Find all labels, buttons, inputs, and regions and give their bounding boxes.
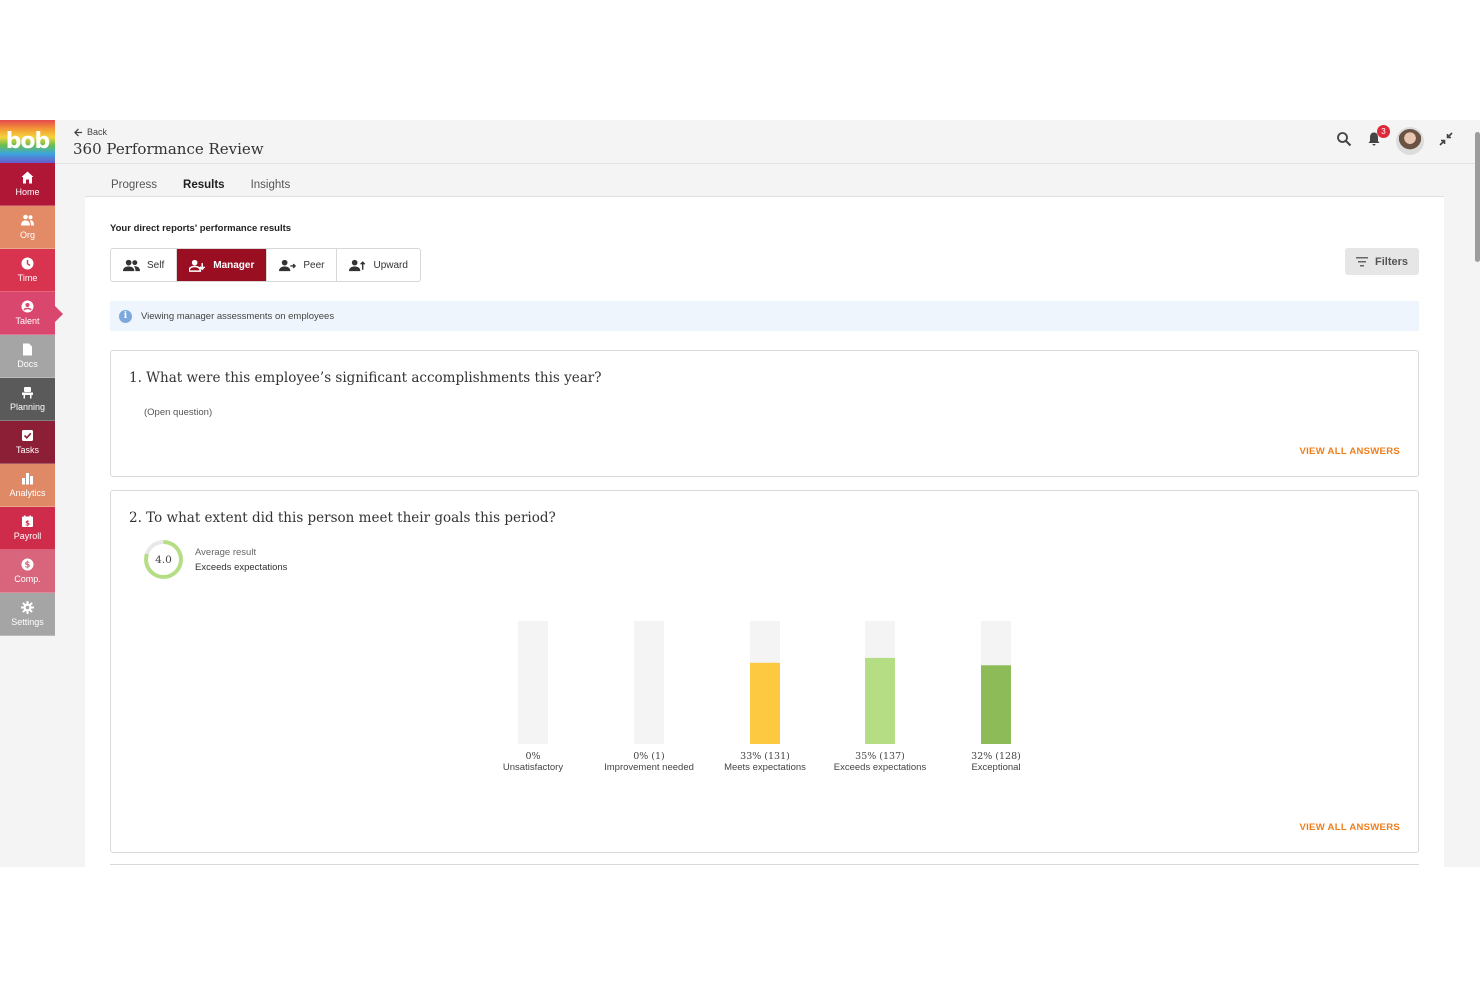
scrollbar[interactable] — [1475, 132, 1480, 262]
talent-icon — [21, 300, 34, 313]
category-label: Improvement needed — [604, 762, 694, 773]
back-link[interactable]: Back — [74, 127, 107, 137]
results-panel: Your direct reports' performance results… — [85, 197, 1444, 867]
self-button[interactable]: Self — [111, 249, 178, 281]
home-icon — [21, 171, 34, 184]
bar-value-label: 0% (1) — [633, 751, 665, 762]
category-label: Meets expectations — [724, 762, 806, 773]
planning-icon — [22, 387, 33, 399]
bar-value-label: 0% — [525, 751, 540, 762]
question-type-note: (Open question) — [144, 407, 213, 418]
upward-button[interactable]: Upward — [337, 249, 419, 281]
people-icon — [21, 214, 34, 226]
category-label: Exceeds expectations — [834, 762, 927, 773]
sidebar-item-payroll[interactable]: $ Payroll — [0, 507, 55, 550]
svg-text:$: $ — [25, 520, 30, 528]
question-card-2: 2. To what extent did this person meet t… — [110, 490, 1419, 853]
bar-meets-expectations[interactable] — [750, 662, 780, 744]
payroll-icon: $ — [22, 515, 33, 528]
sidebar-item-analytics[interactable]: Analytics — [0, 464, 55, 507]
sidebar-item-settings[interactable]: Settings — [0, 593, 55, 636]
filter-icon — [1355, 256, 1368, 266]
sidebar-item-tasks[interactable]: Tasks — [0, 421, 55, 464]
avatar[interactable] — [1396, 127, 1424, 155]
clock-icon — [21, 257, 34, 270]
info-banner: i Viewing manager assessments on employe… — [110, 301, 1419, 331]
info-icon: i — [119, 309, 132, 323]
sidebar-item-talent[interactable]: Talent — [0, 292, 63, 335]
bar-track — [634, 621, 664, 744]
gear-icon — [21, 601, 34, 614]
question-title: 1. What were this employee’s significant… — [129, 370, 602, 386]
filters-button[interactable]: Filters — [1344, 248, 1419, 275]
category-label: Exceptional — [971, 762, 1020, 773]
notification-badge: 3 — [1377, 124, 1390, 138]
bell-icon[interactable]: 3 — [1366, 124, 1390, 152]
bar-value-label: 35% (137) — [855, 751, 905, 762]
task-icon — [22, 430, 33, 441]
page-title: 360 Performance Review — [73, 140, 264, 158]
results-bar-chart: 0%Unsatisfactory 0% (1)Improvement needed… — [503, 621, 1021, 773]
collapse-icon[interactable] — [1438, 131, 1454, 152]
sidebar-item-planning[interactable]: Planning — [0, 378, 55, 421]
view-all-answers-link[interactable]: VIEW ALL ANSWERS — [1299, 822, 1400, 833]
peer-icon — [279, 259, 297, 271]
manager-icon — [189, 259, 206, 272]
bar-exceptional[interactable] — [981, 665, 1011, 744]
bar-track — [518, 621, 548, 744]
sidebar-item-home[interactable]: Home — [0, 163, 55, 206]
page-header: Back 360 Performance Review 3 — [55, 120, 1480, 164]
bar-value-label: 32% (128) — [971, 751, 1021, 762]
section-title: Your direct reports' performance results — [110, 223, 292, 234]
upward-icon — [349, 259, 366, 271]
sidebar-item-time[interactable]: Time — [0, 249, 55, 292]
dollar-icon: $ — [21, 558, 34, 571]
bar-value-label: 33% (131) — [740, 751, 790, 762]
search-icon[interactable] — [1336, 131, 1352, 152]
arrow-left-icon — [74, 127, 83, 137]
bar-exceeds-expectations[interactable] — [865, 657, 895, 744]
people-icon — [123, 259, 140, 271]
view-all-answers-link[interactable]: VIEW ALL ANSWERS — [1299, 446, 1400, 457]
assessment-type-selector: Self Manager Peer Upward — [110, 248, 421, 282]
document-icon — [23, 343, 32, 356]
sidebar: bob Home Org Time Talent Docs Planning Tasks An… — [0, 120, 63, 867]
category-label: Unsatisfactory — [503, 762, 563, 773]
svg-text:$: $ — [25, 561, 31, 571]
question-card-3 — [110, 864, 1419, 867]
sidebar-item-org[interactable]: Org — [0, 206, 55, 249]
manager-button[interactable]: Manager — [177, 249, 268, 281]
analytics-icon — [22, 473, 33, 485]
peer-button[interactable]: Peer — [267, 249, 338, 281]
question-card-1: 1. What were this employee’s significant… — [110, 350, 1419, 477]
app-window: bob Home Org Time Talent Docs Planning Tasks An… — [0, 120, 1480, 867]
bob-logo[interactable]: bob — [0, 120, 55, 163]
sidebar-item-comp[interactable]: $ Comp. — [0, 550, 55, 593]
sidebar-item-docs[interactable]: Docs — [0, 335, 55, 378]
